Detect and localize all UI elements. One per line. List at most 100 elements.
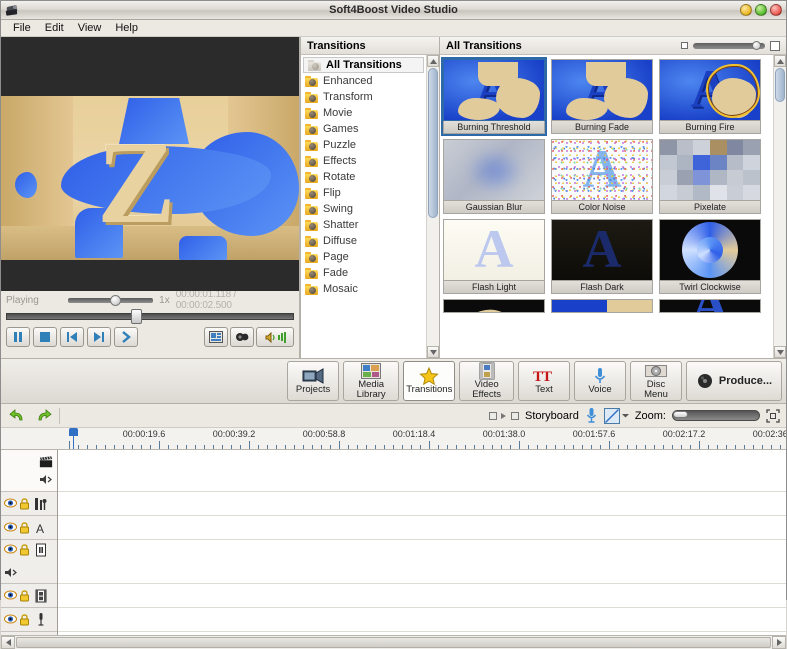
category-item[interactable]: Transform: [301, 89, 426, 105]
transition-thumbnail[interactable]: [659, 219, 761, 281]
track-header[interactable]: [1, 450, 57, 492]
track-lane[interactable]: [58, 584, 786, 608]
thumbnail-size-control[interactable]: [681, 41, 780, 51]
redo-button[interactable]: [33, 407, 53, 425]
track-header[interactable]: [1, 540, 57, 584]
tab-projects[interactable]: Projects: [287, 361, 339, 401]
track-lane[interactable]: [58, 516, 786, 540]
snapshot-button[interactable]: [230, 327, 254, 347]
transition-item[interactable]: A: [659, 299, 761, 313]
tab-video-effects[interactable]: Video Effects: [459, 361, 514, 401]
category-item[interactable]: Games: [301, 121, 426, 137]
transition-item[interactable]: Gaussian Blur: [443, 139, 545, 214]
category-item[interactable]: Fade: [301, 265, 426, 281]
transition-thumbnail[interactable]: A: [551, 139, 653, 201]
tab-disc-menu[interactable]: Disc Menu: [630, 361, 682, 401]
timeline-view-icon[interactable]: [489, 412, 497, 420]
undo-button[interactable]: [7, 407, 27, 425]
video-preview[interactable]: Z Z: [1, 37, 300, 291]
maximize-button[interactable]: [755, 4, 767, 16]
track-header[interactable]: [1, 584, 57, 608]
previous-frame-button[interactable]: [60, 327, 84, 347]
transition-item[interactable]: Twirl Clockwise: [659, 219, 761, 294]
category-item[interactable]: Page: [301, 249, 426, 265]
category-item[interactable]: Movie: [301, 105, 426, 121]
transition-thumbnail[interactable]: A: [443, 59, 545, 121]
lock-icon[interactable]: [19, 614, 32, 626]
scroll-down-arrow[interactable]: [427, 346, 439, 358]
category-item[interactable]: Rotate: [301, 169, 426, 185]
zoom-handle[interactable]: [673, 411, 688, 418]
storyboard-toggle[interactable]: Storyboard: [489, 410, 579, 422]
size-slider[interactable]: [693, 41, 765, 50]
tab-media-library[interactable]: Media Library: [343, 361, 399, 401]
transition-thumbnail[interactable]: [551, 299, 653, 313]
grid-scroll-thumb[interactable]: [775, 68, 785, 102]
menu-file[interactable]: File: [6, 21, 38, 35]
next-frame-button[interactable]: [87, 327, 111, 347]
category-item[interactable]: Mosaic: [301, 281, 426, 297]
grid-scroll-up-arrow[interactable]: [774, 55, 786, 67]
transition-item[interactable]: AFlash Dark: [551, 219, 653, 294]
more-button[interactable]: [114, 327, 138, 347]
transition-thumbnail[interactable]: A: [443, 219, 545, 281]
transition-item[interactable]: [551, 299, 653, 313]
transition-thumbnail[interactable]: A: [659, 59, 761, 121]
eye-icon[interactable]: [4, 498, 17, 510]
close-button[interactable]: [770, 4, 782, 16]
transition-thumbnail[interactable]: A: [659, 299, 761, 313]
volume-control[interactable]: [256, 327, 294, 347]
effects-icon[interactable]: [604, 408, 629, 424]
seek-handle[interactable]: [131, 309, 142, 324]
transition-thumbnail[interactable]: [659, 139, 761, 201]
microphone-icon[interactable]: [585, 407, 598, 424]
hscroll-left-arrow[interactable]: [1, 636, 15, 649]
playhead[interactable]: [69, 428, 78, 450]
menu-edit[interactable]: Edit: [38, 21, 71, 35]
transition-thumbnail[interactable]: A: [551, 59, 653, 121]
menu-view[interactable]: View: [71, 21, 109, 35]
category-list[interactable]: All TransitionsEnhancedTransformMovieGam…: [301, 55, 439, 358]
track-lane[interactable]: [58, 608, 786, 632]
timeline-hscrollbar[interactable]: [1, 635, 786, 649]
eye-icon[interactable]: [4, 522, 17, 534]
grid-scroll-down-arrow[interactable]: [774, 346, 786, 358]
zoom-slider[interactable]: [672, 410, 760, 421]
scroll-thumb[interactable]: [428, 68, 438, 218]
track-lane[interactable]: [58, 492, 786, 516]
transition-thumbnail[interactable]: [443, 139, 545, 201]
seek-slider[interactable]: [6, 309, 294, 323]
lock-icon[interactable]: [19, 544, 32, 556]
category-item[interactable]: Enhanced: [301, 73, 426, 89]
tab-text[interactable]: TTText: [518, 361, 570, 401]
eye-icon[interactable]: [4, 614, 17, 626]
category-item[interactable]: Puzzle: [301, 137, 426, 153]
pause-button[interactable]: [6, 327, 30, 347]
transition-item[interactable]: ABurning Fade: [551, 59, 653, 134]
minimize-button[interactable]: [740, 4, 752, 16]
small-thumbnails-icon[interactable]: [681, 42, 688, 49]
eye-icon[interactable]: [4, 544, 17, 556]
transition-item[interactable]: ABurning Fire: [659, 59, 761, 134]
track-header[interactable]: [1, 492, 57, 516]
track-lane[interactable]: [58, 450, 786, 492]
transition-item[interactable]: AColor Noise: [551, 139, 653, 214]
category-item[interactable]: Shatter: [301, 217, 426, 233]
stop-button[interactable]: [33, 327, 57, 347]
tab-produce[interactable]: Produce...: [686, 361, 782, 401]
tab-transitions[interactable]: Transitions: [403, 361, 455, 401]
track-header[interactable]: A: [1, 516, 57, 540]
category-item[interactable]: All Transitions: [303, 57, 424, 73]
category-item[interactable]: Diffuse: [301, 233, 426, 249]
transition-item[interactable]: [443, 299, 545, 313]
menu-help[interactable]: Help: [108, 21, 145, 35]
transition-thumbnail[interactable]: [443, 299, 545, 313]
fit-to-screen-icon[interactable]: [766, 409, 780, 423]
track-header[interactable]: [1, 608, 57, 632]
category-item[interactable]: Effects: [301, 153, 426, 169]
category-item[interactable]: Swing: [301, 201, 426, 217]
fullscreen-button[interactable]: [204, 327, 228, 347]
category-scrollbar[interactable]: [426, 55, 439, 358]
transition-item[interactable]: ABurning Threshold: [443, 59, 545, 134]
scroll-up-arrow[interactable]: [427, 55, 439, 67]
